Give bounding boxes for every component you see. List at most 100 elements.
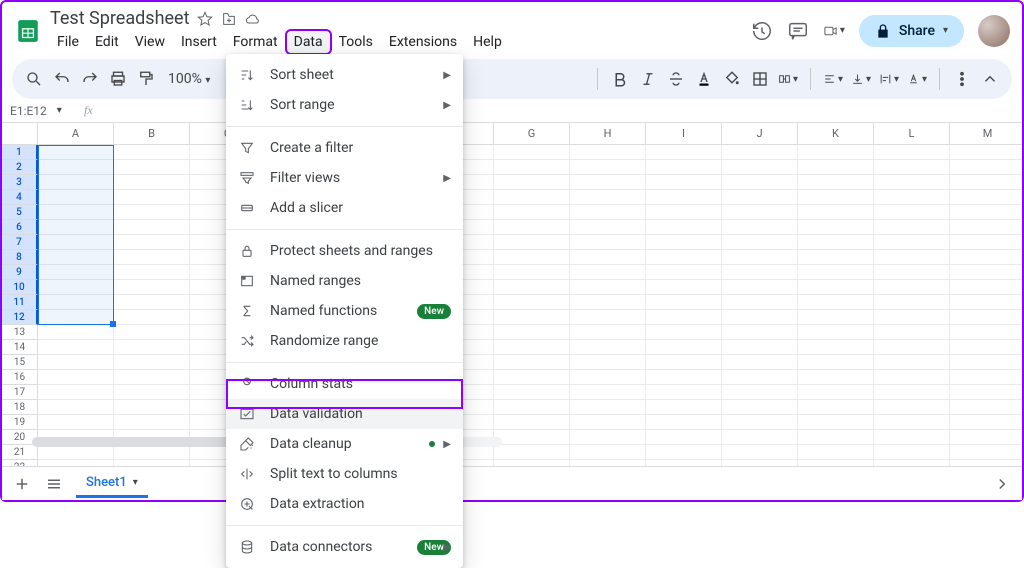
- row-header[interactable]: 19: [2, 415, 38, 430]
- print-icon[interactable]: [108, 69, 128, 89]
- fill-color-icon[interactable]: [722, 69, 742, 89]
- cell[interactable]: [38, 220, 114, 235]
- cell[interactable]: [38, 355, 114, 370]
- cell[interactable]: [722, 175, 798, 190]
- cell[interactable]: [722, 370, 798, 385]
- cell[interactable]: [798, 250, 874, 265]
- history-icon[interactable]: [751, 20, 773, 42]
- cell[interactable]: [722, 400, 798, 415]
- cell[interactable]: [798, 355, 874, 370]
- cell[interactable]: [722, 325, 798, 340]
- cell[interactable]: [570, 430, 646, 445]
- data-menu-data-extraction[interactable]: Data extraction: [226, 489, 463, 519]
- vertical-align-icon[interactable]: ▾: [851, 69, 871, 89]
- star-icon[interactable]: [197, 11, 213, 27]
- cell[interactable]: [494, 265, 570, 280]
- cell[interactable]: [494, 175, 570, 190]
- cell[interactable]: [798, 265, 874, 280]
- row-header[interactable]: 7: [2, 235, 38, 250]
- cell[interactable]: [494, 280, 570, 295]
- cell[interactable]: [114, 265, 190, 280]
- cell[interactable]: [570, 250, 646, 265]
- cell[interactable]: [114, 445, 190, 460]
- cell[interactable]: [114, 415, 190, 430]
- cell[interactable]: [722, 190, 798, 205]
- data-menu-sort-range[interactable]: Sort range▶: [226, 90, 463, 120]
- undo-icon[interactable]: [52, 69, 72, 89]
- cell[interactable]: [38, 145, 114, 160]
- cell[interactable]: [114, 235, 190, 250]
- column-header[interactable]: J: [722, 123, 798, 145]
- menu-file[interactable]: File: [50, 31, 86, 53]
- cell[interactable]: [570, 340, 646, 355]
- cell[interactable]: [874, 175, 950, 190]
- spreadsheet-grid[interactable]: ABCDEFGHIJKLM 12345678910111213141516171…: [2, 123, 1022, 481]
- cell[interactable]: [950, 340, 1022, 355]
- cell[interactable]: [950, 250, 1022, 265]
- cell[interactable]: [646, 430, 722, 445]
- cell[interactable]: [950, 145, 1022, 160]
- cell[interactable]: [950, 310, 1022, 325]
- cell[interactable]: [38, 310, 114, 325]
- cell[interactable]: [950, 445, 1022, 460]
- cell[interactable]: [570, 190, 646, 205]
- cell[interactable]: [38, 295, 114, 310]
- cell[interactable]: [798, 160, 874, 175]
- cell[interactable]: [494, 400, 570, 415]
- cell[interactable]: [874, 280, 950, 295]
- cell[interactable]: [646, 190, 722, 205]
- cell[interactable]: [114, 145, 190, 160]
- row-header[interactable]: 3: [2, 175, 38, 190]
- text-color-icon[interactable]: [694, 69, 714, 89]
- cell[interactable]: [798, 385, 874, 400]
- cell[interactable]: [874, 385, 950, 400]
- cell[interactable]: [570, 220, 646, 235]
- cell[interactable]: [646, 235, 722, 250]
- cell[interactable]: [950, 430, 1022, 445]
- cell[interactable]: [646, 160, 722, 175]
- cell[interactable]: [38, 445, 114, 460]
- cell[interactable]: [646, 145, 722, 160]
- cell[interactable]: [114, 280, 190, 295]
- cell[interactable]: [494, 325, 570, 340]
- row-header[interactable]: 6: [2, 220, 38, 235]
- cell[interactable]: [646, 265, 722, 280]
- cell[interactable]: [950, 370, 1022, 385]
- select-all-corner[interactable]: [2, 123, 38, 145]
- cell[interactable]: [114, 400, 190, 415]
- data-menu-create-a-filter[interactable]: Create a filter: [226, 133, 463, 163]
- cell[interactable]: [874, 340, 950, 355]
- cell[interactable]: [494, 145, 570, 160]
- cell[interactable]: [950, 280, 1022, 295]
- cell[interactable]: [950, 355, 1022, 370]
- cell[interactable]: [722, 385, 798, 400]
- cell[interactable]: [646, 445, 722, 460]
- cell[interactable]: [874, 400, 950, 415]
- cell[interactable]: [38, 385, 114, 400]
- cell[interactable]: [570, 265, 646, 280]
- cell[interactable]: [570, 205, 646, 220]
- cell[interactable]: [950, 400, 1022, 415]
- row-header[interactable]: 8: [2, 250, 38, 265]
- row-header[interactable]: 12: [2, 310, 38, 325]
- cell[interactable]: [114, 340, 190, 355]
- cell[interactable]: [646, 310, 722, 325]
- cell[interactable]: [874, 325, 950, 340]
- cell[interactable]: [874, 205, 950, 220]
- merge-cells-icon[interactable]: ▾: [778, 69, 798, 89]
- row-header[interactable]: 15: [2, 355, 38, 370]
- menu-format[interactable]: Format: [226, 31, 285, 53]
- cell[interactable]: [570, 175, 646, 190]
- data-menu-protect-sheets-and-ranges[interactable]: Protect sheets and ranges: [226, 236, 463, 266]
- row-header[interactable]: 10: [2, 280, 38, 295]
- cell[interactable]: [722, 265, 798, 280]
- column-header[interactable]: K: [798, 123, 874, 145]
- row-header[interactable]: 17: [2, 385, 38, 400]
- column-header[interactable]: G: [494, 123, 570, 145]
- name-box[interactable]: E1:E12▾: [10, 104, 66, 118]
- cell[interactable]: [38, 160, 114, 175]
- text-wrap-icon[interactable]: ▾: [879, 69, 899, 89]
- cell[interactable]: [570, 280, 646, 295]
- cell[interactable]: [798, 370, 874, 385]
- comments-icon[interactable]: [787, 20, 809, 42]
